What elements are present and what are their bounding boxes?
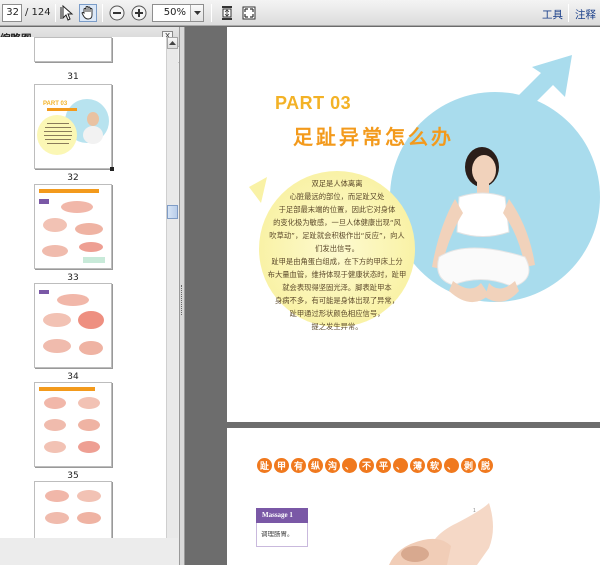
body-line: 身病不多，有可能是身体出现了异常， <box>274 296 400 305</box>
body-line: 趾甲是由角蛋白组成，在下方的甲床上分 <box>271 257 403 266</box>
zoom-out-button[interactable] <box>108 4 126 22</box>
body-line: 双足是人体离离 <box>311 179 363 188</box>
part-title: PART 03 <box>275 93 352 113</box>
thumbnail-label: 35 <box>67 471 79 481</box>
body-line: 于足部最末端的位置，因此它对身体 <box>278 205 396 214</box>
zoom-value: 50% <box>163 7 186 18</box>
body-line: 布大量血管，维持体现于健康状态时，趾甲 <box>267 270 407 279</box>
chevron-down-icon[interactable] <box>190 5 203 21</box>
fit-page-icon <box>222 6 232 20</box>
tools-menu[interactable]: 工具 <box>542 7 563 22</box>
thumbnail-label: 33 <box>67 273 79 283</box>
panel-splitter[interactable] <box>180 27 185 565</box>
page-thumbnail-36[interactable] <box>34 481 112 538</box>
page-thumbnail-34[interactable] <box>34 283 112 368</box>
page-thumbnail-33[interactable] <box>34 184 112 269</box>
full-screen-icon <box>242 6 256 20</box>
page-total: / 124 <box>25 7 51 18</box>
zoom-in-button[interactable] <box>130 4 148 22</box>
cursor-arrow-icon <box>60 5 74 21</box>
thumbnail-resize-handle[interactable] <box>110 167 114 171</box>
toolbar-separator <box>55 4 56 22</box>
document-view[interactable]: PART 03 足趾异常怎么办 双足是人体离离 心脏最远的部位，而足趾又处 于足… <box>186 27 600 565</box>
pdf-page-33: 趾 甲 有 纵 沟 、 不 平 、 薄 软 、 剥 脱 1 Massage 1 … <box>227 428 600 565</box>
scroll-up-button[interactable] <box>167 37 178 49</box>
thumbnail-label: 34 <box>67 372 79 382</box>
select-tool-button[interactable] <box>58 4 76 22</box>
toolbar-separator <box>568 4 569 22</box>
toolbar: 32 / 124 50% 工具 注释 <box>0 0 600 26</box>
comment-menu[interactable]: 注释 <box>575 7 596 22</box>
body-line: 们发出信号。 <box>315 244 359 253</box>
massage-text: 调理肠胃。 <box>256 523 308 547</box>
zoom-select[interactable]: 50% <box>152 4 204 22</box>
page-thumbnail-31[interactable] <box>34 37 112 62</box>
zoom-in-icon <box>131 5 147 21</box>
page-number-input[interactable]: 32 <box>2 4 22 22</box>
toolbar-separator <box>102 4 103 22</box>
full-screen-button[interactable] <box>240 4 258 22</box>
page-thumbnail-35[interactable] <box>34 382 112 467</box>
grip-icon <box>181 285 183 315</box>
hand-icon <box>81 6 93 20</box>
thumbnail-label: 32 <box>67 173 79 183</box>
massage-label: Massage 1 <box>256 508 308 523</box>
body-line: 心脏最远的部位，而足趾又处 <box>289 192 385 201</box>
fit-page-button[interactable] <box>218 4 236 22</box>
page-thumbnail-32[interactable]: PART 03 <box>34 84 112 169</box>
thumbnail-list[interactable]: 31 PART 03 32 33 34 35 <box>0 37 166 538</box>
body-line: 吹草动”，足趾就会积极作出“反应”，向人 <box>269 231 405 240</box>
body-text: 双足是人体离离 心脏最远的部位，而足趾又处 于足部最末端的位置，因此它对身体 的… <box>262 177 412 333</box>
svg-text:PART 03: PART 03 <box>43 101 68 107</box>
pdf-page-32: PART 03 足趾异常怎么办 双足是人体离离 心脏最远的部位，而足趾又处 于足… <box>227 27 600 422</box>
body-line: 提之发生异常。 <box>311 322 363 331</box>
svg-text:1: 1 <box>473 508 476 514</box>
body-line: 的变化极为敏感，一旦人体健康出现“风 <box>273 218 401 227</box>
body-line: 趾甲通过形状颜色相应信号， <box>289 309 385 318</box>
thumbnail-label: 31 <box>67 72 79 82</box>
hand-tool-button[interactable] <box>79 4 97 22</box>
thumbnail-scrollbar[interactable] <box>166 37 178 538</box>
body-line: 就会表现得坚固光泽。脚表趾甲本 <box>282 283 392 292</box>
zoom-out-icon <box>109 5 125 21</box>
scrollbar-thumb[interactable] <box>167 205 178 219</box>
toolbar-separator <box>211 4 212 22</box>
chapter-subtitle: 足趾异常怎么办 <box>293 125 454 149</box>
